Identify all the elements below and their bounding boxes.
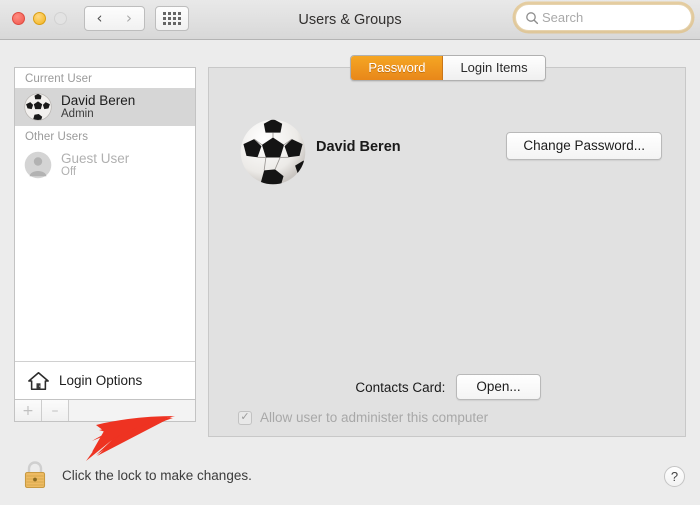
tab-group: Password Login Items — [350, 55, 546, 81]
tab-login-items[interactable]: Login Items — [443, 56, 545, 80]
search-field[interactable] — [515, 4, 692, 31]
sidebar-user-name: David Beren — [61, 93, 136, 108]
panel-tab-bar: Password Login Items — [209, 55, 687, 81]
preference-pane-body: Current User David Beren Admin Other Use… — [0, 40, 700, 505]
home-icon — [28, 371, 49, 390]
sidebar-user-status: Off — [61, 166, 77, 179]
help-button[interactable]: ? — [664, 466, 685, 487]
account-avatar[interactable] — [239, 118, 307, 186]
admin-checkbox-row[interactable]: ✓ Allow user to administer this computer — [238, 410, 488, 425]
sidebar-user-text: Guest User Off — [61, 151, 129, 179]
contacts-card-row: Contacts Card: Open... — [209, 374, 687, 400]
soccer-ball-avatar — [24, 93, 52, 121]
sidebar-user-text: David Beren Admin — [61, 93, 135, 121]
login-options-label: Login Options — [59, 373, 143, 388]
remove-user-button[interactable]: – — [42, 400, 69, 421]
search-input[interactable] — [542, 10, 682, 25]
admin-checkbox[interactable]: ✓ — [238, 410, 252, 425]
window-titlebar: ‹ › Users & Groups — [0, 0, 700, 40]
users-list-sidebar: Current User David Beren Admin Other Use… — [14, 67, 196, 400]
tab-password[interactable]: Password — [351, 56, 444, 80]
admin-checkbox-label: Allow user to administer this computer — [260, 410, 489, 425]
open-contacts-card-button[interactable]: Open... — [456, 374, 541, 400]
sidebar-group-header-current-user: Current User — [25, 73, 93, 85]
help-icon: ? — [670, 469, 679, 484]
sidebar-user-role: Admin — [61, 108, 94, 121]
checkmark-icon: ✓ — [240, 411, 250, 423]
sidebar-footer-toolbar: + – — [14, 400, 196, 422]
contacts-card-label: Contacts Card: — [355, 379, 446, 395]
lock-closed-icon[interactable] — [22, 460, 48, 490]
person-placeholder-avatar — [24, 151, 52, 179]
account-name: David Beren — [316, 139, 401, 155]
sidebar-user-name: Guest User — [61, 151, 130, 166]
lock-row[interactable]: Click the lock to make changes. — [22, 460, 252, 490]
search-icon — [526, 11, 539, 24]
sidebar-group-header-other-users: Other Users — [25, 131, 89, 143]
users-and-groups-window: ‹ › Users & Groups Current User — [0, 0, 700, 505]
sidebar-item-guest-user[interactable]: Guest User Off — [15, 146, 195, 184]
change-password-button[interactable]: Change Password... — [506, 132, 662, 160]
sidebar-item-login-options[interactable]: Login Options — [15, 361, 195, 399]
sidebar-item-david-beren[interactable]: David Beren Admin — [15, 88, 195, 126]
lock-instruction-text: Click the lock to make changes. — [62, 467, 252, 483]
account-detail-panel: Password Login Items David Beren Change … — [208, 55, 687, 437]
add-user-button[interactable]: + — [15, 400, 42, 421]
